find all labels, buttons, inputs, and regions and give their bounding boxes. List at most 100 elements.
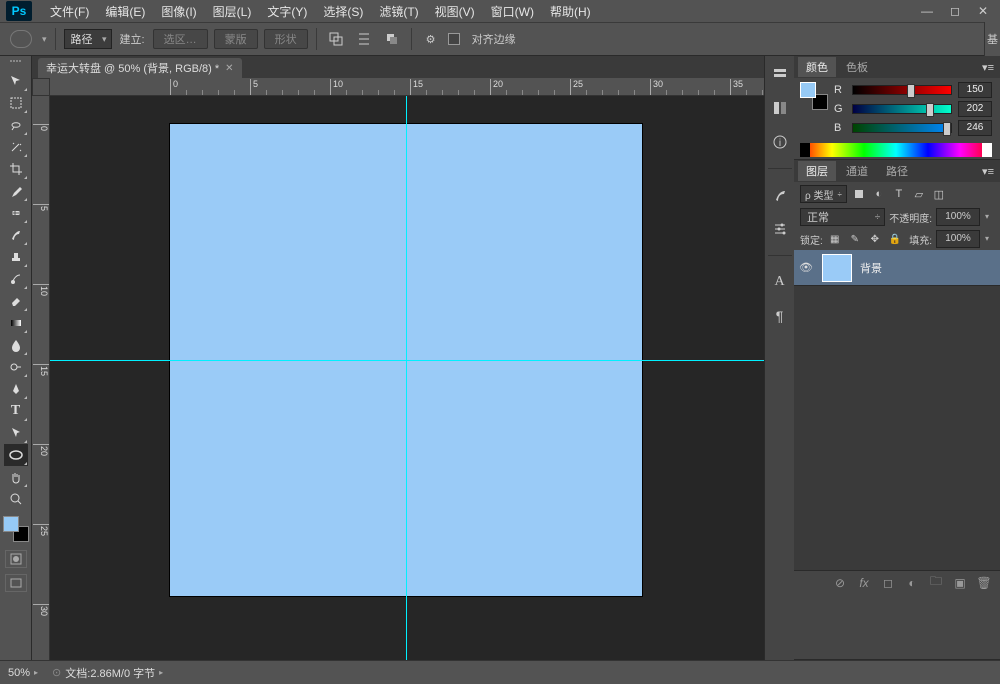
pen-tool[interactable] bbox=[4, 378, 28, 400]
color-panel-swatches[interactable] bbox=[800, 82, 828, 110]
close-icon[interactable]: ✕ bbox=[225, 63, 233, 74]
stamp-tool[interactable] bbox=[4, 246, 28, 268]
window-close[interactable]: ✕ bbox=[970, 3, 996, 19]
b-slider[interactable] bbox=[852, 123, 952, 133]
b-value[interactable]: 246 bbox=[958, 120, 992, 136]
zoom-level[interactable]: 50%▸ bbox=[8, 667, 38, 679]
layer-thumbnail[interactable] bbox=[822, 254, 852, 282]
doc-info[interactable]: ⊙文档:2.86M/0 字节▸ bbox=[52, 665, 163, 681]
path-mode-dropdown[interactable]: 路径 bbox=[64, 29, 112, 49]
paragraph-panel-icon[interactable]: ¶ bbox=[770, 306, 790, 326]
lock-pixels-icon[interactable]: ✎ bbox=[847, 231, 863, 247]
channels-tab[interactable]: 通道 bbox=[838, 161, 876, 181]
path-ops-icon[interactable] bbox=[325, 29, 347, 49]
r-value[interactable]: 150 bbox=[958, 82, 992, 98]
delete-layer-icon[interactable]: 🗑 bbox=[976, 575, 992, 591]
adjustment-layer-icon[interactable]: ◐ bbox=[904, 575, 920, 591]
window-minimize[interactable]: — bbox=[914, 3, 940, 19]
blur-tool[interactable] bbox=[4, 334, 28, 356]
menu-select[interactable]: 选择(S) bbox=[315, 3, 371, 20]
quick-mask-button[interactable] bbox=[5, 550, 27, 568]
layer-visibility-icon[interactable]: 👁 bbox=[794, 261, 818, 274]
eyedropper-tool[interactable] bbox=[4, 180, 28, 202]
make-shape-button[interactable]: 形状 bbox=[264, 29, 308, 49]
filter-adjust-icon[interactable]: ◐ bbox=[871, 186, 887, 202]
new-layer-icon[interactable]: ▣ bbox=[952, 575, 968, 591]
color-tab[interactable]: 颜色 bbox=[798, 57, 836, 77]
info-panel-icon[interactable]: i bbox=[770, 132, 790, 152]
layer-style-icon[interactable]: fx bbox=[856, 575, 872, 591]
r-slider[interactable] bbox=[852, 85, 952, 95]
path-selection-tool[interactable] bbox=[4, 422, 28, 444]
toolbox-grip[interactable] bbox=[3, 60, 29, 68]
character-panel-icon[interactable]: A bbox=[770, 272, 790, 292]
path-align-icon[interactable] bbox=[353, 29, 375, 49]
hand-tool[interactable] bbox=[4, 466, 28, 488]
properties-panel-icon[interactable] bbox=[770, 98, 790, 118]
swatches-tab[interactable]: 色板 bbox=[838, 57, 876, 77]
menu-help[interactable]: 帮助(H) bbox=[542, 3, 599, 20]
menu-view[interactable]: 视图(V) bbox=[427, 3, 483, 20]
layers-tab[interactable]: 图层 bbox=[798, 161, 836, 181]
tool-preset-ellipse-icon[interactable] bbox=[10, 30, 32, 48]
gradient-tool[interactable] bbox=[4, 312, 28, 334]
zoom-tool[interactable] bbox=[4, 488, 28, 510]
path-arrange-icon[interactable] bbox=[381, 29, 403, 49]
color-spectrum[interactable] bbox=[800, 143, 992, 157]
panel-menu-icon[interactable]: ▾≡ bbox=[976, 165, 1000, 178]
filter-shape-icon[interactable]: ▱ bbox=[911, 186, 927, 202]
menu-window[interactable]: 窗口(W) bbox=[483, 3, 542, 20]
lasso-tool[interactable] bbox=[4, 114, 28, 136]
ruler-horizontal[interactable]: 0510152025303540 bbox=[50, 78, 764, 96]
ruler-vertical[interactable]: 051015202530 bbox=[32, 96, 50, 660]
align-edges-checkbox[interactable] bbox=[448, 33, 460, 45]
layer-filter-kind[interactable]: ρ 类型÷ bbox=[800, 185, 847, 203]
move-tool[interactable] bbox=[4, 70, 28, 92]
make-selection-button[interactable]: 选区… bbox=[153, 29, 208, 49]
panel-menu-icon[interactable]: ▾≡ bbox=[976, 61, 1000, 74]
ellipse-shape-tool[interactable] bbox=[4, 444, 28, 466]
menu-file[interactable]: 文件(F) bbox=[42, 3, 97, 20]
lock-transparency-icon[interactable]: ▦ bbox=[827, 231, 843, 247]
blend-mode-dropdown[interactable]: 正常 bbox=[800, 208, 885, 226]
guide-vertical[interactable] bbox=[406, 96, 407, 660]
document-tab[interactable]: 幸运大转盘 @ 50% (背景, RGB/8) * ✕ bbox=[38, 58, 242, 78]
lock-all-icon[interactable]: 🔒 bbox=[887, 231, 903, 247]
make-mask-button[interactable]: 蒙版 bbox=[214, 29, 258, 49]
brush-panel-icon[interactable] bbox=[770, 185, 790, 205]
history-panel-icon[interactable] bbox=[770, 64, 790, 84]
dodge-tool[interactable] bbox=[4, 356, 28, 378]
gear-icon[interactable]: ⚙ bbox=[420, 29, 442, 49]
layer-group-icon[interactable]: 🗀 bbox=[928, 575, 944, 591]
brush-tool[interactable] bbox=[4, 224, 28, 246]
foreground-color-swatch[interactable] bbox=[3, 516, 19, 532]
ruler-origin[interactable] bbox=[32, 78, 50, 96]
healing-tool[interactable] bbox=[4, 202, 28, 224]
layer-row[interactable]: 👁 背景 bbox=[794, 250, 1000, 286]
guide-horizontal[interactable] bbox=[50, 360, 764, 361]
adjustments-panel-icon[interactable] bbox=[770, 219, 790, 239]
g-value[interactable]: 202 bbox=[958, 101, 992, 117]
opacity-value[interactable]: 100% bbox=[936, 208, 980, 226]
layer-name[interactable]: 背景 bbox=[860, 260, 882, 276]
menu-image[interactable]: 图像(I) bbox=[153, 3, 204, 20]
foreground-background-colors[interactable] bbox=[3, 516, 29, 542]
magic-wand-tool[interactable] bbox=[4, 136, 28, 158]
filter-type-icon[interactable]: T bbox=[891, 186, 907, 202]
g-slider[interactable] bbox=[852, 104, 952, 114]
window-maximize[interactable]: ◻ bbox=[942, 3, 968, 19]
filter-pixel-icon[interactable] bbox=[851, 186, 867, 202]
menu-type[interactable]: 文字(Y) bbox=[259, 3, 315, 20]
filter-smart-icon[interactable]: ◫ bbox=[931, 186, 947, 202]
screen-mode-button[interactable] bbox=[5, 574, 27, 592]
history-brush-tool[interactable] bbox=[4, 268, 28, 290]
fill-value[interactable]: 100% bbox=[936, 230, 980, 248]
canvas[interactable] bbox=[50, 96, 764, 660]
menu-filter[interactable]: 滤镜(T) bbox=[371, 3, 426, 20]
essentials-tab[interactable]: 基 bbox=[984, 22, 1000, 56]
marquee-tool[interactable] bbox=[4, 92, 28, 114]
menu-layer[interactable]: 图层(L) bbox=[205, 3, 260, 20]
paths-tab[interactable]: 路径 bbox=[878, 161, 916, 181]
eraser-tool[interactable] bbox=[4, 290, 28, 312]
link-layers-icon[interactable]: ⊘ bbox=[832, 575, 848, 591]
